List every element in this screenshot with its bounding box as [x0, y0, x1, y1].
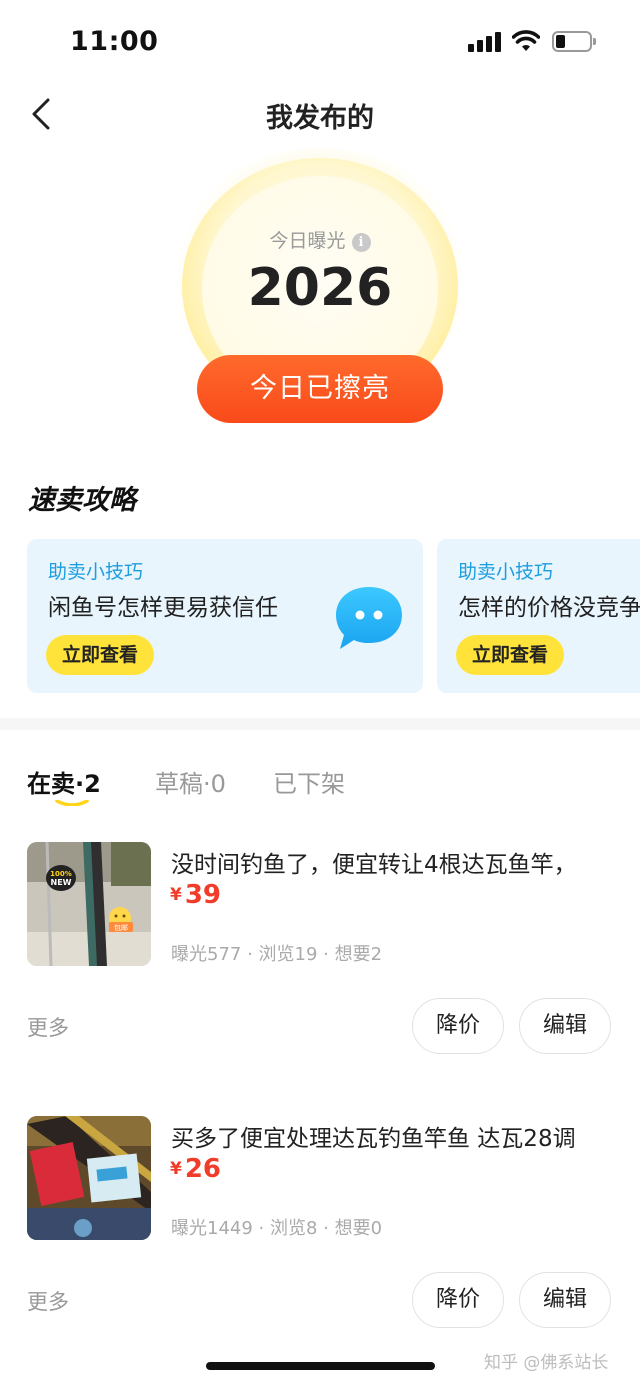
product-photo: 100% NEW 包邮: [27, 842, 151, 966]
svg-text:100%: 100%: [50, 870, 72, 878]
product-thumbnail[interactable]: 100% NEW 包邮: [27, 842, 151, 966]
home-indicator[interactable]: [206, 1362, 435, 1370]
view-now-button[interactable]: 立即查看: [46, 635, 154, 675]
svg-text:NEW: NEW: [51, 878, 72, 887]
product-price: ¥39: [170, 880, 221, 910]
cellular-signal-icon: [468, 32, 502, 52]
product-price: ¥26: [170, 1154, 221, 1184]
svg-text:包邮: 包邮: [114, 923, 128, 932]
tab-drafts[interactable]: 草稿·0: [155, 764, 226, 799]
product-thumbnail[interactable]: [27, 1116, 151, 1240]
info-icon[interactable]: i: [351, 233, 371, 252]
exposure-count: 2026: [247, 258, 393, 318]
product-title[interactable]: 买多了便宜处理达瓦钓鱼竿鱼 达瓦28调: [171, 1119, 576, 1153]
edit-button[interactable]: 编辑: [519, 998, 611, 1054]
price-value: 39: [184, 880, 222, 910]
reduce-price-button[interactable]: 降价: [412, 1272, 504, 1328]
currency-symbol: ¥: [170, 1159, 182, 1179]
status-time: 11:00: [70, 26, 159, 57]
tip-title: 闲鱼号怎样更易获信任: [48, 595, 278, 621]
currency-symbol: ¥: [170, 885, 182, 905]
exposure-label: 今日曝光 i: [0, 226, 640, 253]
reduce-price-button[interactable]: 降价: [412, 998, 504, 1054]
product-photo: [27, 1116, 151, 1240]
tab-removed[interactable]: 已下架: [273, 764, 345, 799]
polish-button[interactable]: 今日已擦亮: [197, 355, 443, 423]
tip-tag: 助卖小技巧: [458, 561, 554, 583]
tip-card[interactable]: 助卖小技巧 怎样的价格没竞争 立即查看: [437, 539, 640, 693]
watermark: 知乎 @佛系站长: [484, 1353, 609, 1373]
wifi-icon: [512, 30, 540, 51]
header: 我发布的: [0, 84, 640, 144]
battery-icon: [552, 31, 596, 52]
status-bar: 11:00: [0, 0, 640, 84]
tab-on-sale[interactable]: 在卖·2: [27, 764, 101, 799]
more-button[interactable]: 更多: [27, 1012, 69, 1042]
edit-button[interactable]: 编辑: [519, 1272, 611, 1328]
view-now-button[interactable]: 立即查看: [456, 635, 564, 675]
chat-bubble-icon: [336, 587, 402, 649]
tip-tag: 助卖小技巧: [48, 561, 144, 583]
more-button[interactable]: 更多: [27, 1286, 69, 1316]
product-stats: 曝光577 · 浏览19 · 想要2: [171, 944, 383, 965]
strategy-section-title: 速卖攻略: [28, 485, 136, 516]
section-divider: [0, 718, 640, 730]
product-title[interactable]: 没时间钓鱼了，便宜转让4根达瓦鱼竿，: [171, 845, 577, 879]
tip-title: 怎样的价格没竞争: [458, 595, 640, 621]
tip-card[interactable]: 助卖小技巧 闲鱼号怎样更易获信任 立即查看: [27, 539, 423, 693]
price-value: 26: [184, 1154, 222, 1184]
product-stats: 曝光1449 · 浏览8 · 想要0: [171, 1218, 383, 1239]
page-title: 我发布的: [266, 103, 374, 134]
tab-active-indicator: [55, 800, 89, 806]
